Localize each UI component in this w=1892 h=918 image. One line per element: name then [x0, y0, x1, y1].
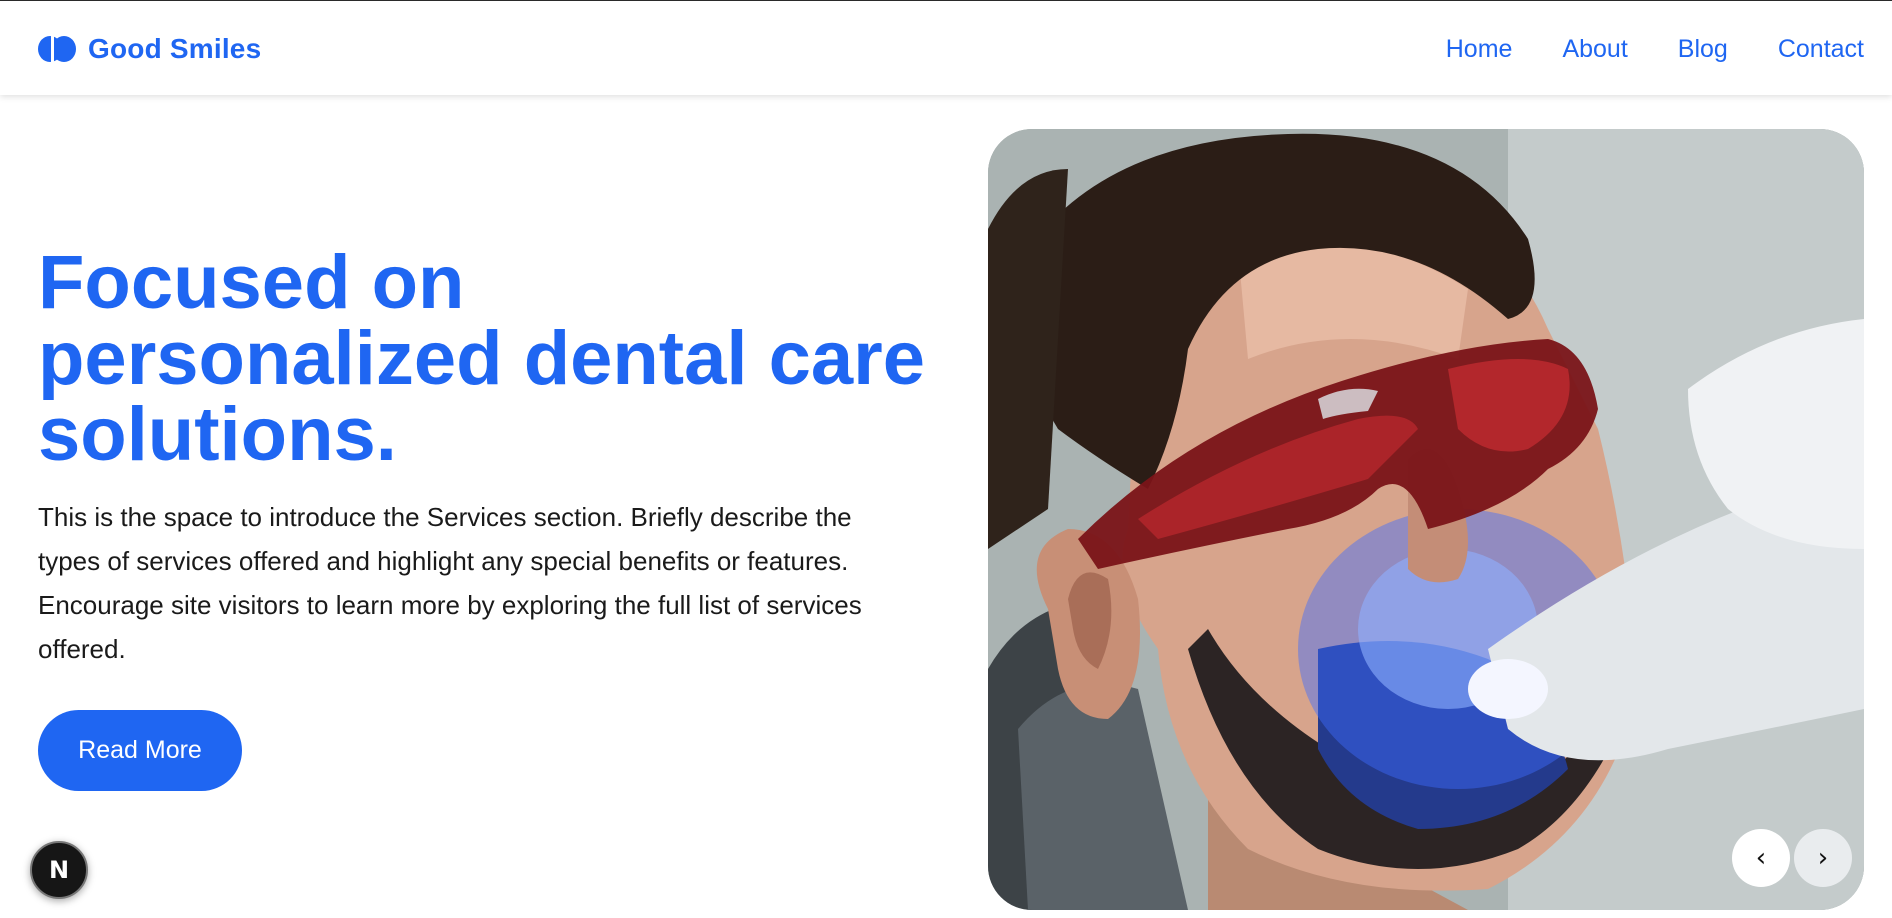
hero-carousel: ‹ ›: [988, 129, 1864, 910]
nav-home[interactable]: Home: [1446, 33, 1513, 65]
carousel-prev-button[interactable]: ‹: [1732, 829, 1790, 887]
nav-about[interactable]: About: [1562, 33, 1627, 65]
dental-whitening-photo: [988, 129, 1864, 910]
nav-contact[interactable]: Contact: [1778, 33, 1864, 65]
dev-badge-label: N: [48, 856, 70, 884]
brand-name: Good Smiles: [88, 33, 262, 64]
nextjs-dev-badge[interactable]: N: [30, 841, 88, 899]
main-nav: Home About Blog Contact: [1446, 33, 1864, 65]
read-more-button[interactable]: Read More: [38, 710, 242, 791]
hero-intro: This is the space to introduce the Servi…: [38, 502, 862, 664]
nav-blog[interactable]: Blog: [1678, 33, 1728, 65]
hero-text: Focused on personalized dental care solu…: [38, 245, 938, 671]
chevron-right-icon: ›: [1817, 843, 1829, 873]
brand-home-link[interactable]: Good Smiles: [38, 31, 261, 67]
logo-icon: [38, 36, 76, 62]
carousel-next-button[interactable]: ›: [1794, 829, 1852, 887]
hero-headline: Focused on personalized dental care solu…: [38, 240, 925, 477]
chevron-left-icon: ‹: [1755, 843, 1767, 873]
site-header: Good Smiles Home About Blog Contact: [0, 0, 1892, 95]
